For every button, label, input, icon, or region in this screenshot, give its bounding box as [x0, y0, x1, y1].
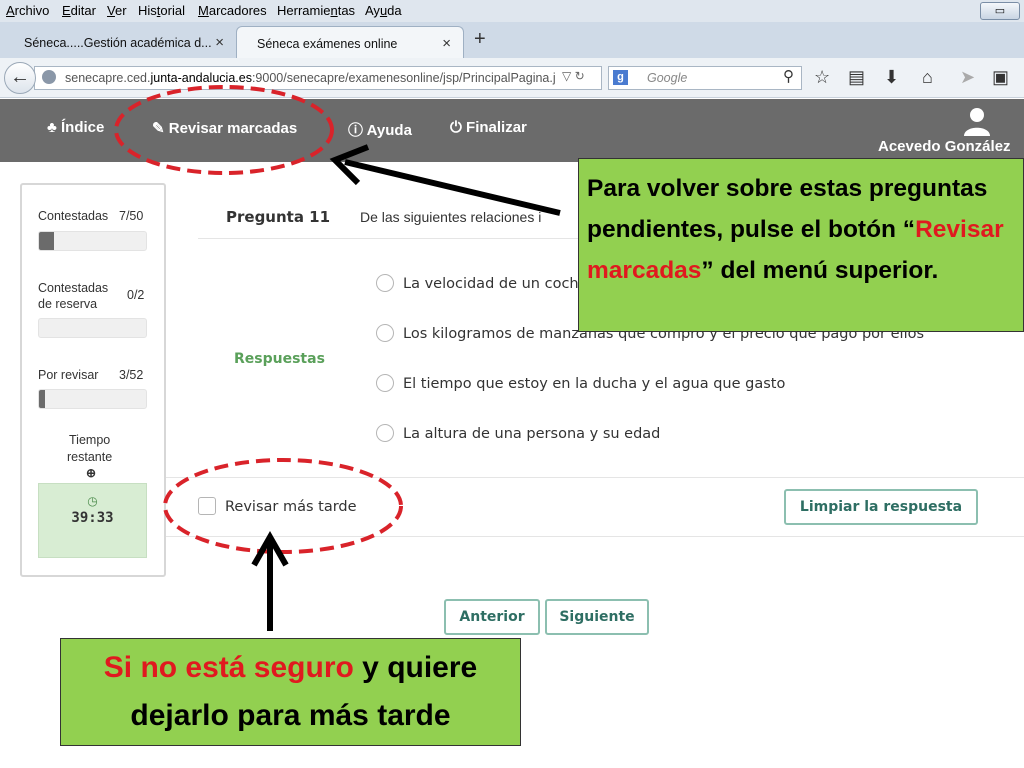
back-arrow-icon: ←: [10, 66, 30, 88]
reserve-label: Contestadas: [38, 281, 109, 295]
nav-indice[interactable]: ♣ Índice: [47, 119, 104, 136]
reload-icon[interactable]: ▽ ↻: [562, 69, 585, 83]
send-icon[interactable]: ➤: [960, 67, 975, 88]
nav-revisar-marcadas[interactable]: ✎ Revisar marcadas: [152, 119, 297, 137]
close-tab-icon[interactable]: ×: [442, 35, 451, 52]
radio-button[interactable]: [376, 324, 394, 342]
new-tab-button[interactable]: +: [474, 28, 486, 51]
callout-review-later: Si no está seguro y quiere dejarlo para …: [60, 638, 521, 746]
menu-historial[interactable]: Historial: [138, 3, 185, 18]
review-progress-fill: [39, 390, 46, 408]
globe-icon: [42, 70, 56, 84]
nav-label: Revisar marcadas: [168, 120, 298, 137]
next-button[interactable]: Siguiente: [545, 599, 649, 635]
answers-label: Respuestas: [234, 351, 325, 367]
divider: [166, 477, 1024, 478]
nav-ayuda[interactable]: ⓘ Ayuda: [348, 119, 412, 140]
answered-count: 7/50: [119, 209, 144, 223]
clear-answer-button[interactable]: Limpiar la respuesta: [784, 489, 978, 525]
radio-button[interactable]: [376, 274, 394, 292]
nav-label: Índice: [61, 119, 105, 136]
review-label: Por revisar: [38, 368, 99, 382]
url-prefix: senecapre.ced.: [65, 71, 151, 85]
callout-revisar-marcadas: Para volver sobre estas preguntas pendie…: [578, 158, 1024, 332]
nav-finalizar[interactable]: ⏻ Finalizar: [450, 119, 527, 136]
arrow-line: [344, 159, 561, 216]
callout-text: ” del menú superior.: [701, 257, 939, 284]
menu-ayuda[interactable]: Ayuda: [365, 3, 402, 18]
back-button[interactable]: ←: [4, 62, 36, 94]
tab-bar: Séneca.....Gestión académica d... × Séne…: [0, 22, 1024, 58]
review-later-label[interactable]: Revisar más tarde: [225, 499, 357, 515]
timer-value: 39:33: [71, 510, 114, 526]
bookmark-star-icon[interactable]: ☆: [814, 67, 830, 88]
minimize-window-button[interactable]: ▭: [980, 2, 1020, 20]
review-progress-bar: [38, 389, 147, 409]
menu-herramientas[interactable]: Herramientas: [277, 3, 355, 18]
question-number: Pregunta 11: [226, 208, 331, 226]
radio-button[interactable]: [376, 374, 394, 392]
user-icon[interactable]: [962, 106, 992, 136]
url-domain: junta-andalucia.es: [150, 71, 252, 85]
nav-label: Ayuda: [366, 122, 412, 139]
review-count: 3/52: [119, 368, 144, 382]
reserve-count: 0/2: [127, 288, 145, 302]
info-icon: ⓘ: [348, 122, 364, 139]
question-text: De las siguientes relaciones i: [360, 209, 542, 225]
menu-editar[interactable]: Editar: [62, 3, 96, 18]
clock-icon: ◷: [87, 494, 98, 508]
answer-text: La altura de una persona y su edad: [403, 426, 661, 442]
tab-seneca-examenes[interactable]: Séneca exámenes online ×: [236, 26, 464, 58]
bookmarks-list-icon[interactable]: ▤: [848, 67, 865, 88]
zoom-icon[interactable]: ⊕: [86, 466, 96, 480]
tab-label: Séneca.....Gestión académica d...: [24, 36, 212, 50]
search-placeholder: Google: [647, 71, 688, 85]
callout-highlight: Si no está seguro: [103, 651, 354, 684]
search-icon[interactable]: ⚲: [783, 67, 794, 85]
answer-text: La velocidad de un coch: [403, 276, 579, 292]
reserve-progress-bar: [38, 318, 147, 338]
answered-progress-bar: [38, 231, 147, 251]
menu-bar: Archivo Editar Ver Historial Marcadores …: [0, 0, 1024, 22]
nav-label: Finalizar: [466, 119, 527, 136]
addon-icon[interactable]: ▣: [992, 67, 1009, 88]
reserve-label-line2: de reserva: [38, 297, 98, 311]
power-icon: ⏻: [450, 119, 462, 136]
url-field[interactable]: senecapre.ced.junta-andalucia.es:9000/se…: [34, 66, 602, 90]
user-name[interactable]: Acevedo González: [878, 138, 1011, 155]
sitemap-icon: ♣: [47, 119, 57, 136]
arrowhead: [251, 530, 289, 567]
home-icon[interactable]: ⌂: [922, 67, 933, 88]
google-icon[interactable]: g: [613, 70, 628, 85]
tab-seneca-gestion[interactable]: Séneca.....Gestión académica d... ×: [4, 26, 236, 58]
tab-label: Séneca exámenes online: [257, 37, 398, 51]
menu-marcadores[interactable]: Marcadores: [198, 3, 267, 18]
close-tab-icon[interactable]: ×: [215, 34, 224, 51]
time-label: Tiempo: [69, 433, 111, 447]
answered-progress-fill: [39, 232, 54, 250]
url-path: :9000/senecapre/examenesonline/jsp/Princ…: [251, 71, 556, 85]
time-label-line2: restante: [67, 450, 113, 464]
minimize-icon: ▭: [994, 5, 1006, 17]
pencil-icon: ✎: [152, 120, 165, 137]
answer-text: El tiempo que estoy en la ducha y el agu…: [403, 376, 786, 392]
menu-ver[interactable]: Ver: [107, 3, 127, 18]
download-icon[interactable]: ⬇: [884, 67, 899, 88]
menu-archivo[interactable]: Archivo: [6, 3, 49, 18]
answered-label: Contestadas: [38, 209, 109, 223]
radio-button[interactable]: [376, 424, 394, 442]
previous-button[interactable]: Anterior: [444, 599, 540, 635]
search-input[interactable]: Google: [608, 66, 802, 90]
review-later-checkbox[interactable]: [198, 497, 216, 515]
divider: [166, 536, 1024, 537]
